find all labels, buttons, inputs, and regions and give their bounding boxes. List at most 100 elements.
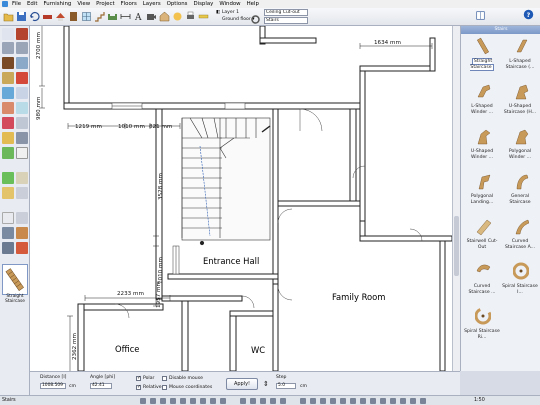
text-tool-left-icon[interactable] xyxy=(16,132,28,144)
menu-help[interactable]: Help xyxy=(244,1,262,7)
wall-toggle-icon[interactable] xyxy=(390,398,396,404)
polyline-tool-icon[interactable] xyxy=(16,147,28,159)
furniture-icon[interactable] xyxy=(107,11,118,22)
menu-file[interactable]: File xyxy=(9,1,24,7)
menu-options[interactable]: Options xyxy=(164,1,191,7)
view-3d-icon[interactable] xyxy=(250,398,256,404)
dimension-toggle-icon[interactable] xyxy=(310,398,316,404)
camera-3d-icon[interactable] xyxy=(146,11,157,22)
wall-draw-icon[interactable] xyxy=(16,28,28,40)
menu-display[interactable]: Display xyxy=(190,1,216,7)
print-icon[interactable] xyxy=(185,11,196,22)
catalog-item-straight-staircase[interactable]: Straight Staircase xyxy=(463,36,501,76)
measure-toggle-icon[interactable] xyxy=(380,398,386,404)
catalog-item-general-staircase[interactable]: General Staircase xyxy=(501,171,539,211)
menu-project[interactable]: Project xyxy=(93,1,117,7)
disable-mouse-checkbox[interactable] xyxy=(162,376,167,381)
terrain-tool-icon[interactable] xyxy=(2,147,14,159)
menu-window[interactable]: Window xyxy=(216,1,243,7)
menu-layers[interactable]: Layers xyxy=(140,1,164,7)
angle-input[interactable]: 42.41 xyxy=(90,383,112,389)
selected-tool-straight-staircase[interactable] xyxy=(2,264,28,295)
hatch-toggle-icon[interactable] xyxy=(320,398,326,404)
save-icon[interactable] xyxy=(16,11,27,22)
snap-grid-icon[interactable] xyxy=(140,398,146,404)
house-3d-icon[interactable] xyxy=(159,11,170,22)
mouse-coordinates-checkbox[interactable] xyxy=(162,385,167,390)
window-tool-left-icon[interactable] xyxy=(16,57,28,69)
room-tool-icon[interactable] xyxy=(2,102,14,114)
snap-center-icon[interactable] xyxy=(170,398,176,404)
render-icon[interactable] xyxy=(172,11,183,22)
catalog-item-spiral-staircase-ri[interactable]: Spiral Staircase Ri... xyxy=(463,306,501,346)
column-tool-icon[interactable] xyxy=(16,102,28,114)
hatch-tool-icon[interactable] xyxy=(2,227,14,239)
cursor-toggle-icon[interactable] xyxy=(360,398,366,404)
layer-lock-icon[interactable] xyxy=(210,398,216,404)
catalog-item-stairwell-cutout[interactable]: Stairwell Cut-Out xyxy=(463,216,501,256)
scrollbar-thumb[interactable] xyxy=(454,216,459,276)
dormer-icon[interactable] xyxy=(16,72,28,84)
step-arrows-icon[interactable]: ⇕ xyxy=(263,380,269,388)
catalog-book-icon[interactable] xyxy=(475,10,488,23)
view-2d-icon[interactable] xyxy=(240,398,246,404)
undo-icon[interactable] xyxy=(29,11,40,22)
wall-tool-icon[interactable] xyxy=(42,11,53,22)
polar-checkbox[interactable]: ✓ xyxy=(136,376,141,381)
catalog-item-curved-staircase-a[interactable]: Curved Staircase A... xyxy=(501,216,539,256)
cutout-tool-icon[interactable] xyxy=(2,117,14,129)
stairs-tool-icon[interactable] xyxy=(94,11,105,22)
furniture-toggle-icon[interactable] xyxy=(340,398,346,404)
distance-input[interactable]: 1008.509 xyxy=(40,383,66,389)
help-icon[interactable]: ? xyxy=(523,9,537,23)
catalog-item-l-shaped-winder[interactable]: L-Shaped Winder ... xyxy=(463,81,501,121)
text-toggle-icon[interactable] xyxy=(330,398,336,404)
door-icon[interactable] xyxy=(68,11,79,22)
catalog-item-polygonal-winder[interactable]: Polygonal Winder ... xyxy=(501,126,539,166)
floor-plan-canvas[interactable]: 2700 mm 980 mm 1634 mm 1219 mm 1010 mm 8… xyxy=(30,26,452,371)
zoom-out-icon[interactable] xyxy=(270,398,276,404)
wall-tool-2-icon[interactable] xyxy=(16,187,28,199)
catalog-item-curved-staircase[interactable]: Curved Staircase ... xyxy=(463,261,501,301)
grid-toggle-icon[interactable] xyxy=(300,398,306,404)
pen-tool-icon[interactable] xyxy=(2,212,14,224)
path-tool-icon[interactable] xyxy=(16,172,28,184)
snap-point-icon[interactable] xyxy=(150,398,156,404)
ceiling-tool-icon[interactable] xyxy=(16,87,28,99)
floor-settings-icon[interactable] xyxy=(250,14,260,24)
ceiling-cutout-field[interactable]: Ceiling Cut-out xyxy=(264,9,308,16)
layer-select[interactable]: ◧ Layer 1 xyxy=(216,9,239,16)
catalog-item-spiral-staircase[interactable]: Spiral Staircase I... xyxy=(501,261,539,301)
open-folder-icon[interactable] xyxy=(3,11,14,22)
room-toggle-icon[interactable] xyxy=(400,398,406,404)
menu-view[interactable]: View xyxy=(74,1,93,7)
wall-straight-icon[interactable] xyxy=(2,42,14,54)
select-arrow-icon[interactable] xyxy=(2,28,14,40)
eraser-tool-icon[interactable] xyxy=(16,212,28,224)
window-tool-icon[interactable] xyxy=(81,11,92,22)
beam-tool-icon[interactable] xyxy=(16,117,28,129)
door-tool-icon[interactable] xyxy=(2,57,14,69)
text-tool-icon[interactable]: A xyxy=(133,11,144,22)
light-toggle-icon[interactable] xyxy=(350,398,356,404)
pan-icon[interactable] xyxy=(280,398,286,404)
stairs-field[interactable]: Stairs xyxy=(264,17,308,24)
snap-line-icon[interactable] xyxy=(160,398,166,404)
apply-button[interactable]: Apply! xyxy=(226,378,258,390)
visibility-icon[interactable] xyxy=(220,398,226,404)
catalog-item-polygonal-landing[interactable]: Polygonal Landing... xyxy=(463,171,501,211)
angle-snap-icon[interactable] xyxy=(200,398,206,404)
menu-edit[interactable]: Edit xyxy=(24,1,40,7)
floor-tool-icon[interactable] xyxy=(2,87,14,99)
roof-icon[interactable] xyxy=(55,11,66,22)
zoom-in-icon[interactable] xyxy=(260,398,266,404)
step-input[interactable]: 5.0 xyxy=(276,383,296,389)
section-tool-icon[interactable] xyxy=(16,242,28,254)
catalog-item-u-shaped-winder[interactable]: U-Shaped Winder ... xyxy=(463,126,501,166)
ortho-icon[interactable] xyxy=(190,398,196,404)
measure-icon[interactable] xyxy=(198,11,209,22)
roof-tool-icon[interactable] xyxy=(2,72,14,84)
catalog-item-u-shaped-staircase[interactable]: U-Shaped Staircase (H... xyxy=(501,81,539,121)
vertical-scrollbar[interactable] xyxy=(452,26,460,371)
fence-tool-icon[interactable] xyxy=(2,187,14,199)
